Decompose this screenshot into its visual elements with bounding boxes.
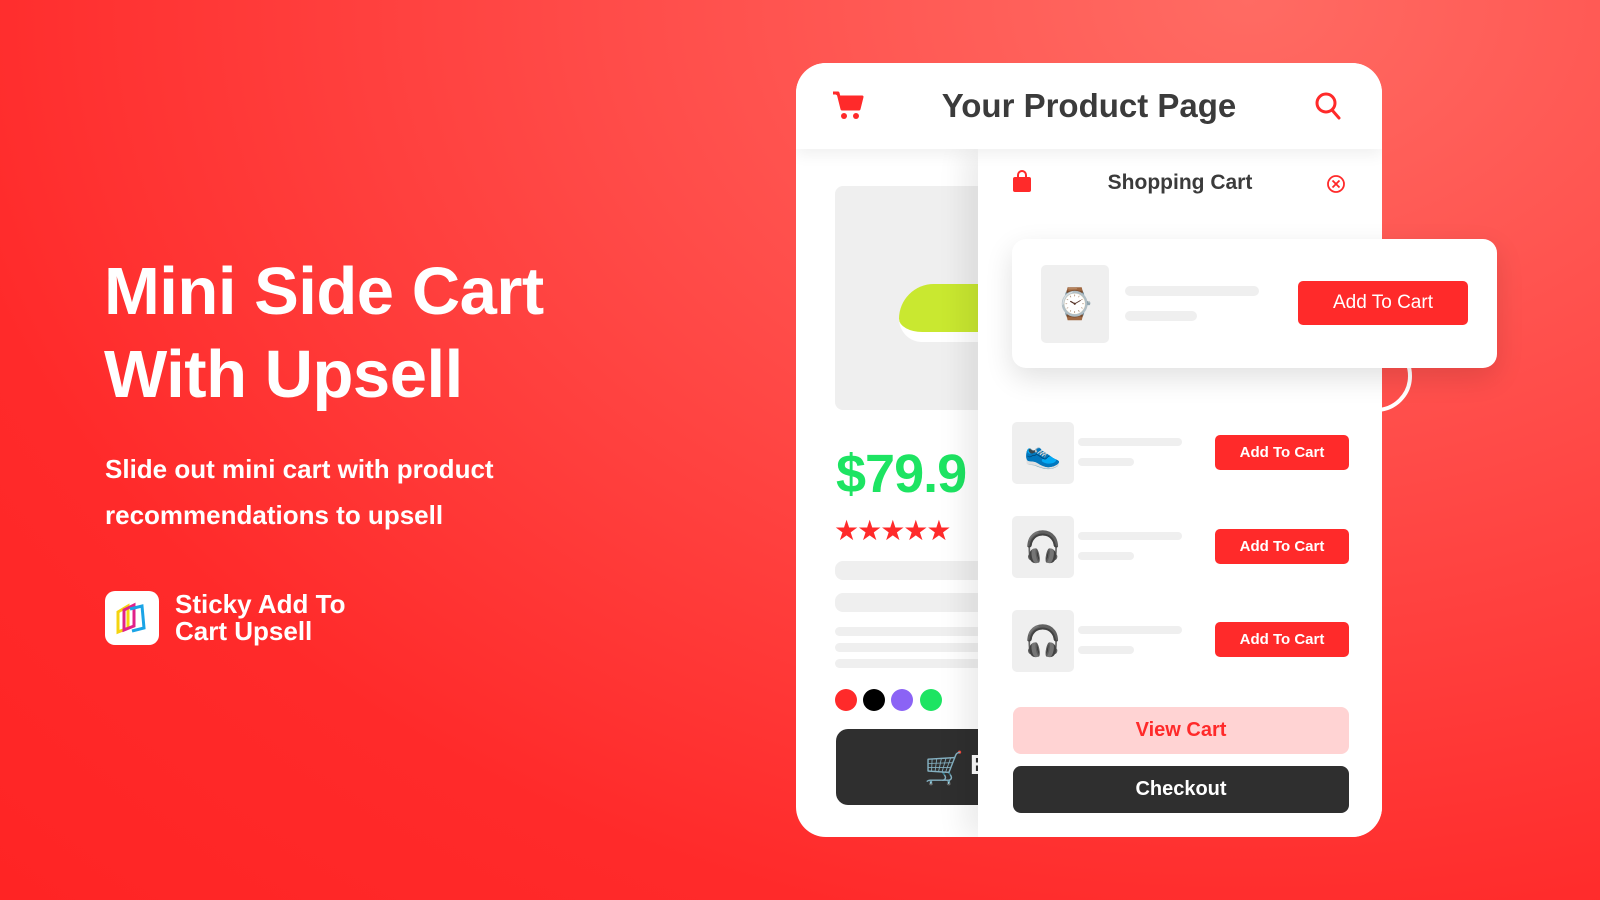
item-thumbnail-gold-headphones: 🎧: [1012, 610, 1074, 672]
rating-stars: ★★★★★: [834, 515, 952, 546]
item-thumbnail-smartwatch: ⌚: [1041, 265, 1109, 343]
product-page-mockup: Your Product Page $79.9 ★★★★★ 🛒 B Shoppi…: [796, 63, 1382, 837]
text-placeholder: [1078, 646, 1134, 654]
hero-subtitle: Slide out mini cart with product recomme…: [105, 454, 494, 530]
text-placeholder: [835, 643, 995, 652]
brand-name-line1: Sticky Add To: [175, 589, 346, 619]
add-to-cart-button[interactable]: Add To Cart: [1215, 529, 1349, 564]
color-swatch-green[interactable]: [920, 689, 942, 711]
cart-icon: 🛒: [924, 750, 964, 786]
text-placeholder: [835, 659, 995, 668]
app-logo-icon: [105, 591, 159, 645]
text-placeholder: [1078, 438, 1182, 446]
search-icon[interactable]: [1314, 91, 1342, 121]
page-header: Your Product Page: [796, 63, 1382, 149]
text-placeholder: [835, 561, 995, 580]
featured-upsell-card: ⌚ Add To Cart: [1012, 239, 1497, 368]
brand-name: Sticky Add To Cart Upsell: [175, 591, 345, 645]
checkout-button[interactable]: Checkout: [1013, 766, 1349, 813]
text-placeholder: [835, 593, 995, 612]
text-placeholder: [1078, 532, 1182, 540]
add-to-cart-button[interactable]: Add To Cart: [1215, 435, 1349, 470]
text-placeholder: [835, 627, 995, 636]
text-placeholder: [1078, 626, 1182, 634]
view-cart-button[interactable]: View Cart: [1013, 707, 1349, 754]
page-title: Your Product Page: [941, 87, 1237, 124]
add-to-cart-button[interactable]: Add To Cart: [1215, 622, 1349, 657]
text-placeholder: [1125, 286, 1259, 296]
close-circle-icon[interactable]: [1326, 174, 1346, 194]
text-placeholder: [1078, 458, 1134, 466]
color-swatch-red[interactable]: [835, 689, 857, 711]
hero-title-line1: Mini Side Cart: [104, 254, 544, 329]
color-swatch-black[interactable]: [863, 689, 885, 711]
hero-title: Mini Side Cart With Upsell: [104, 250, 544, 416]
brand-name-line2: Cart Upsell: [175, 616, 313, 646]
color-swatch-purple[interactable]: [891, 689, 913, 711]
add-to-cart-button[interactable]: Add To Cart: [1298, 281, 1468, 325]
text-placeholder: [1125, 311, 1197, 321]
product-price: $79.9: [836, 444, 967, 504]
hero-title-line2: With Upsell: [104, 337, 463, 412]
text-placeholder: [1078, 552, 1134, 560]
item-thumbnail-running-shoe: 👟: [1012, 422, 1074, 484]
cart-title: Shopping Cart: [1107, 171, 1253, 194]
item-thumbnail-black-headphones: 🎧: [1012, 516, 1074, 578]
